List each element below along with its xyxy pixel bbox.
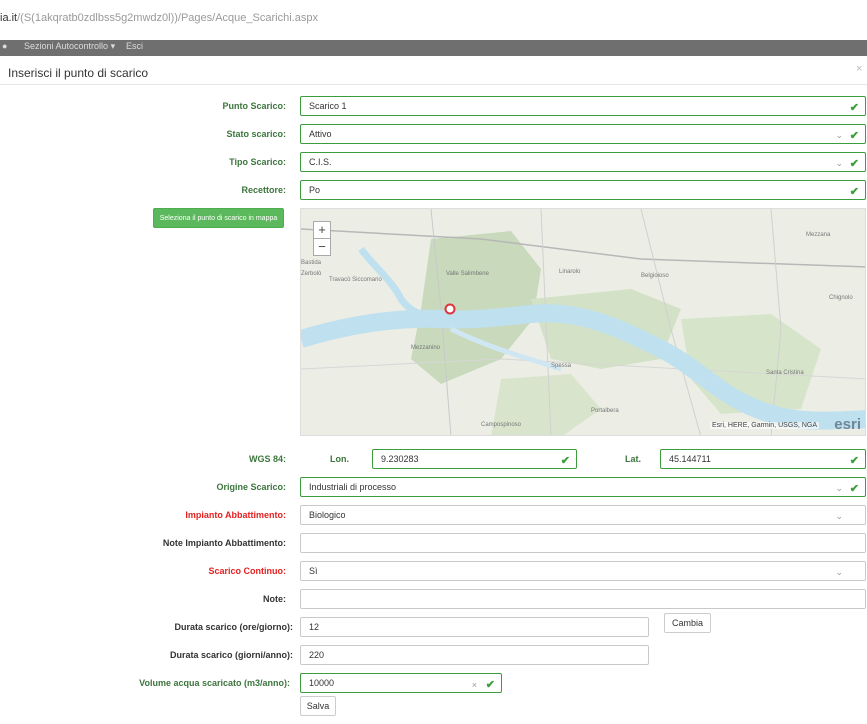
volume-label: Volume acqua scaricato (m3/anno): [139, 678, 290, 688]
zoom-out-button[interactable]: − [314, 239, 330, 255]
map-zoom-control: + − [313, 221, 331, 256]
note-impianto-input[interactable] [300, 533, 866, 553]
chevron-down-icon: ⌄ [835, 511, 843, 521]
esri-logo: esri [834, 416, 861, 433]
select-on-map-button[interactable]: Seleziona il punto di scarico in mappa [153, 208, 284, 228]
recettore-label: Recettore: [241, 185, 286, 195]
durata-ore-label: Durata scarico (ore/giorno): [174, 622, 293, 632]
chevron-down-icon: ⌄ [835, 567, 843, 577]
durata-ore-value: 12 [309, 622, 320, 632]
road [301, 228, 865, 268]
map-place-label: Bastida [301, 260, 322, 266]
map-place-label: Zerbolò [301, 271, 322, 277]
tipo-scarico-value: C.I.S. [309, 157, 332, 167]
map-place-label: Valle Salimbene [446, 271, 490, 277]
punto-scarico-value: Scarico 1 [309, 101, 347, 111]
map-place-label: Portalbera [591, 408, 619, 414]
lon-label: Lon. [330, 454, 349, 464]
map-place-label: Travacò Siccomario [329, 277, 382, 283]
lat-input[interactable]: 45.144711 ✔ [660, 449, 866, 469]
location-marker-icon[interactable] [444, 303, 456, 315]
impianto-abbattimento-select[interactable]: Biologico ⌄ [300, 505, 866, 525]
map-place-label: Belgioioso [641, 273, 669, 279]
map-place-label: Mezzanino [411, 345, 441, 351]
punto-scarico-label: Punto Scarico: [222, 101, 286, 111]
nav-item-esci[interactable]: Esci [126, 41, 143, 51]
tipo-scarico-label: Tipo Scarico: [229, 157, 286, 167]
volume-value: 10000 [309, 678, 335, 688]
modal-title: Inserisci il punto di scarico [8, 66, 149, 80]
check-icon: ✔ [849, 158, 859, 170]
nav-item-sezioni[interactable]: Sezioni Autocontrollo ▾ [24, 41, 115, 52]
map-attribution: Esri, HERE, Garmin, USGS, NGA [709, 422, 819, 429]
divider [0, 84, 867, 85]
wgs84-label: WGS 84: [248, 454, 286, 464]
tipo-scarico-select[interactable]: C.I.S. ⌄ ✔ [300, 152, 866, 172]
stato-scarico-value: Attivo [309, 129, 332, 139]
stato-scarico-select[interactable]: Attivo ⌄ ✔ [300, 124, 866, 144]
nav-dot: ● [2, 41, 8, 51]
map-view[interactable]: Mezzana Bastida Travacò Siccomario Zerbo… [300, 208, 866, 436]
check-icon: ✔ [849, 186, 859, 198]
chevron-down-icon: ⌄ [835, 483, 843, 493]
note-input[interactable] [300, 589, 866, 609]
url-path: /(S(1akqratb0zdlbss5g2mwdz0l))/Pages/Acq… [17, 12, 318, 24]
chevron-down-icon: ⌄ [835, 130, 843, 140]
durata-giorni-input[interactable]: 220 [300, 645, 649, 665]
lon-input[interactable]: 9.230283 ✔ [372, 449, 577, 469]
scarico-continuo-select[interactable]: Sì ⌄ [300, 561, 866, 581]
close-icon[interactable]: × [856, 63, 862, 75]
lat-label: Lat. [625, 454, 642, 464]
browser-address-bar: ia.it/(S(1akqratb0zdlbss5g2mwdz0l))/Page… [0, 0, 867, 38]
clear-icon[interactable]: × [472, 676, 477, 692]
origine-scarico-select[interactable]: Industriali di processo ⌄ ✔ [300, 477, 866, 497]
punto-scarico-input[interactable]: Scarico 1 ✔ [300, 96, 866, 116]
durata-giorni-value: 220 [309, 650, 325, 660]
volume-input[interactable]: 10000 × ✔ [300, 673, 502, 693]
durata-giorni-label: Durata scarico (giorni/anno): [169, 650, 293, 660]
recettore-input[interactable]: Po ✔ [300, 180, 866, 200]
check-icon: ✔ [485, 679, 495, 691]
impianto-abbattimento-label: Impianto Abbattimento: [185, 510, 286, 520]
top-navbar: ● Sezioni Autocontrollo ▾ Esci [0, 40, 867, 56]
lon-value: 9.230283 [381, 454, 419, 464]
map-place-label: Campospinoso [481, 422, 522, 428]
origine-scarico-value: Industriali di processo [309, 482, 397, 492]
url-host: ia.it [0, 12, 18, 24]
durata-ore-input[interactable]: 12 [300, 617, 649, 637]
map-place-label: Linarolo [559, 269, 581, 275]
map-place-label: Santa Cristina [766, 370, 804, 376]
nav-item-sezioni-label: Sezioni Autocontrollo [24, 41, 109, 51]
check-icon: ✔ [849, 483, 859, 495]
map-canvas[interactable]: Mezzana Bastida Travacò Siccomario Zerbo… [301, 209, 866, 436]
lat-value: 45.144711 [669, 454, 711, 464]
chevron-down-icon: ⌄ [835, 158, 843, 168]
stato-scarico-label: Stato scarico: [226, 129, 286, 139]
impianto-abbattimento-value: Biologico [309, 510, 346, 520]
note-impianto-label: Note Impianto Abbattimento: [162, 538, 286, 548]
map-place-label: Chignolo [829, 295, 853, 301]
salva-button[interactable]: Salva [300, 696, 336, 716]
note-label: Note: [263, 594, 286, 604]
origine-scarico-label: Origine Scarico: [216, 482, 286, 492]
scarico-continuo-value: Sì [309, 566, 318, 576]
check-icon: ✔ [849, 455, 859, 467]
check-icon: ✔ [560, 455, 570, 467]
cambia-button[interactable]: Cambia [664, 613, 711, 633]
check-icon: ✔ [849, 130, 859, 142]
url-text[interactable]: ia.it/(S(1akqratb0zdlbss5g2mwdz0l))/Page… [0, 12, 318, 24]
map-place-label: Mezzana [806, 232, 831, 238]
recettore-value: Po [309, 185, 321, 195]
check-icon: ✔ [849, 102, 859, 114]
map-place-label: Spessa [551, 363, 572, 369]
scarico-continuo-label: Scarico Continuo: [208, 566, 286, 576]
zoom-in-button[interactable]: + [314, 222, 330, 239]
